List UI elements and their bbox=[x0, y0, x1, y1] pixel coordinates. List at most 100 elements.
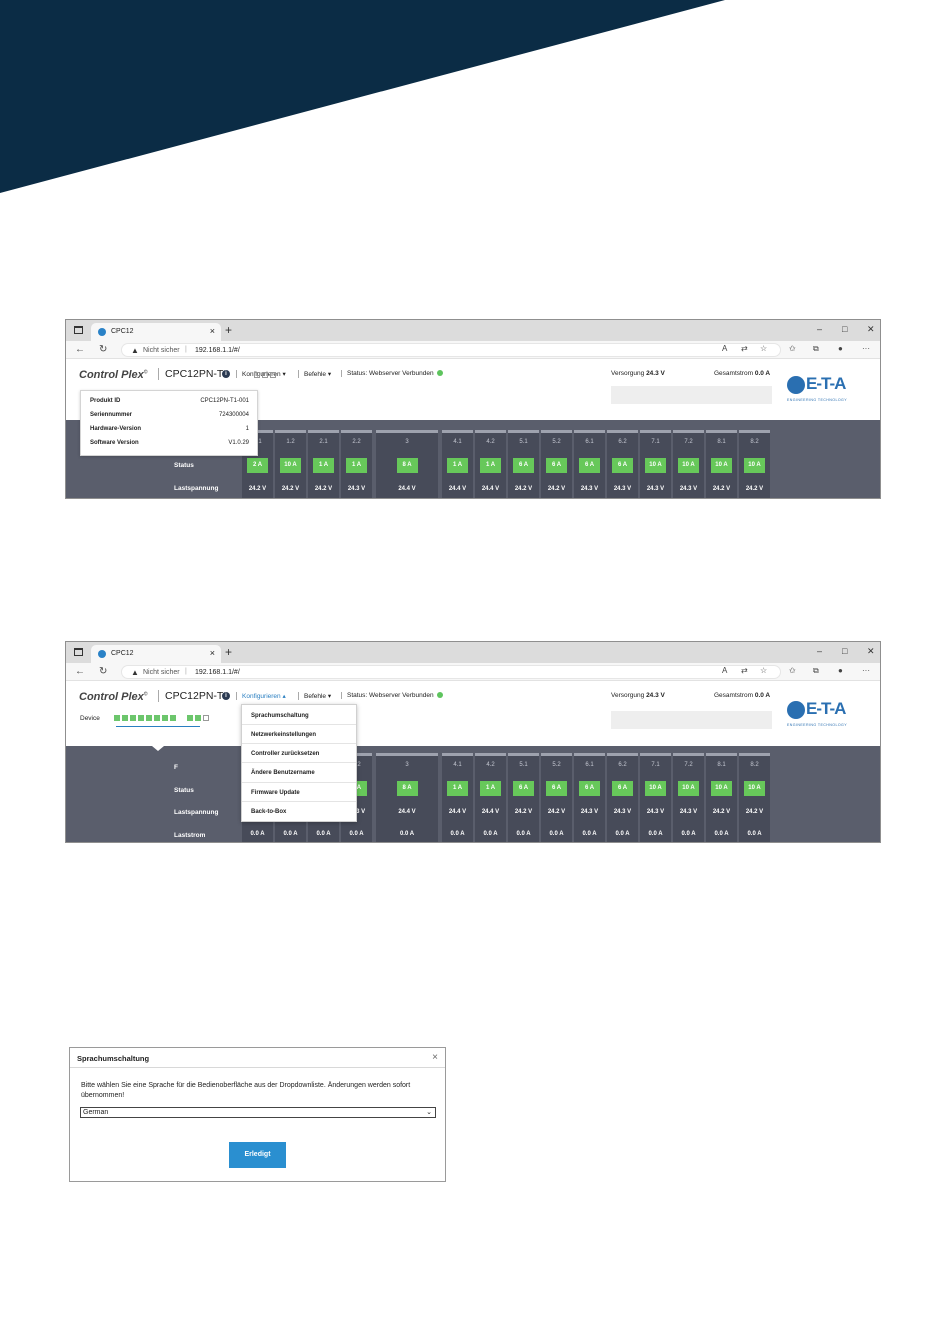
menu-item-firmware-update[interactable]: Firmware Update bbox=[251, 790, 300, 796]
info-row: Seriennummer 724300004 bbox=[90, 412, 249, 418]
channel-rating-badge[interactable]: 6 A bbox=[513, 458, 534, 473]
url-field[interactable]: ▲ Nicht sicher | 192.168.1.1/#/ bbox=[121, 343, 781, 357]
channel-rating-badge[interactable]: 8 A bbox=[396, 458, 418, 473]
channel-rating-badge[interactable]: 6 A bbox=[546, 781, 567, 796]
channel-value: 24.2 V bbox=[712, 486, 731, 492]
back-icon[interactable]: ← bbox=[75, 666, 85, 677]
channel-rating-badge[interactable]: 2 A bbox=[247, 458, 268, 473]
device-info-popover: Produkt ID CPC12PN-T1-001 Seriennummer 724… bbox=[80, 390, 258, 456]
menu-configure[interactable]: Konfigurieren ▴ bbox=[236, 692, 286, 700]
channel-column[interactable]: 5.2 bbox=[541, 753, 572, 842]
channel-rating-badge[interactable]: 6 A bbox=[579, 781, 600, 796]
menu-commands[interactable]: Befehle ▾ bbox=[298, 692, 331, 700]
channel-column[interactable]: 4.1 bbox=[442, 753, 473, 842]
channel-rating-badge[interactable]: 10 A bbox=[280, 458, 301, 473]
window-icon[interactable] bbox=[74, 648, 83, 656]
channel-id: 7.1 bbox=[651, 439, 660, 445]
channel-column[interactable]: 3 bbox=[376, 753, 438, 842]
reload-icon[interactable]: ↻ bbox=[99, 666, 107, 677]
channel-rating-badge[interactable]: 1 A bbox=[447, 458, 468, 473]
read-aloud-icon[interactable]: A bbox=[722, 344, 727, 353]
channel-rating-badge[interactable]: 6 A bbox=[612, 458, 633, 473]
channel-column[interactable]: 5.1 bbox=[508, 753, 539, 842]
channel-rating-badge[interactable]: 6 A bbox=[546, 458, 567, 473]
favorite-icon[interactable]: ☆ bbox=[760, 666, 767, 675]
channel-value: 24.4 V bbox=[398, 486, 416, 492]
menu-item-back-to-box[interactable]: Back-to-Box bbox=[251, 809, 286, 815]
profile-icon[interactable]: ● bbox=[838, 666, 843, 675]
url-text: 192.168.1.1/#/ bbox=[195, 347, 240, 354]
channel-rating-badge[interactable]: 6 A bbox=[513, 781, 534, 796]
channel-column[interactable]: 7.1 bbox=[640, 753, 671, 842]
channel-rating-badge[interactable]: 10 A bbox=[711, 458, 732, 473]
browser-tab[interactable]: CPC12 × bbox=[91, 323, 221, 341]
menu-item-language[interactable]: Sprachumschaltung bbox=[251, 713, 309, 719]
channel-rating-badge[interactable]: 10 A bbox=[645, 781, 666, 796]
channel-rating-badge[interactable]: 10 A bbox=[744, 458, 765, 473]
favorites-icon[interactable]: ✩ bbox=[789, 344, 796, 353]
close-tab-icon[interactable]: × bbox=[210, 326, 215, 336]
url-field[interactable]: ▲ Nicht sicher | 192.168.1.1/#/ bbox=[121, 665, 781, 679]
channel-rating-badge[interactable]: 6 A bbox=[612, 781, 633, 796]
read-aloud-icon[interactable]: A bbox=[722, 666, 727, 675]
minimize-icon[interactable]: – bbox=[817, 324, 822, 334]
channel-column[interactable]: 8.1 bbox=[706, 753, 737, 842]
info-icon[interactable]: i bbox=[222, 692, 230, 700]
language-select[interactable]: German ⌄ bbox=[80, 1107, 436, 1118]
channel-value: 24.4 V bbox=[448, 486, 467, 492]
info-row: Hardware-Version 1 bbox=[90, 426, 249, 432]
channel-column[interactable]: 6.2 bbox=[607, 753, 638, 842]
channel-value: 24.4 V bbox=[448, 809, 467, 815]
close-tab-icon[interactable]: × bbox=[210, 648, 215, 658]
more-icon[interactable]: ··· bbox=[862, 344, 870, 353]
channel-rating-badge[interactable]: 1 A bbox=[480, 458, 501, 473]
menu-commands[interactable]: Befehle ▾ bbox=[298, 370, 331, 378]
new-tab-icon[interactable]: + bbox=[225, 323, 232, 337]
profile-icon[interactable]: ● bbox=[838, 344, 843, 353]
close-window-icon[interactable]: ✕ bbox=[867, 324, 875, 335]
channel-rating-badge[interactable]: 6 A bbox=[579, 458, 600, 473]
channel-rating-badge[interactable]: 1 A bbox=[346, 458, 367, 473]
collections-icon[interactable]: ⧉ bbox=[813, 344, 819, 354]
channel-column[interactable]: 7.2 bbox=[673, 753, 704, 842]
channel-rating-badge[interactable]: 10 A bbox=[645, 458, 666, 473]
reload-icon[interactable]: ↻ bbox=[99, 344, 107, 355]
close-icon[interactable]: × bbox=[432, 1052, 438, 1063]
channel-value: 24.2 V bbox=[314, 486, 333, 492]
channel-id: 5.2 bbox=[552, 439, 561, 445]
menu-item-reset-controller[interactable]: Controller zurücksetzen bbox=[251, 751, 319, 757]
channel-rating-badge[interactable]: 8 A bbox=[396, 781, 418, 796]
channel-column[interactable]: 6.1 bbox=[574, 753, 605, 842]
favorites-icon[interactable]: ✩ bbox=[789, 666, 796, 675]
channel-column[interactable]: 4.2 bbox=[475, 753, 506, 842]
collections-icon[interactable]: ⧉ bbox=[813, 666, 819, 676]
tab-device[interactable]: Device bbox=[80, 715, 100, 722]
channel-column[interactable]: 8.2 bbox=[739, 753, 770, 842]
channel-rating-badge[interactable]: 1 A bbox=[480, 781, 501, 796]
done-button[interactable]: Erledigt bbox=[229, 1142, 286, 1168]
menu-item-change-username[interactable]: Ändere Benutzername bbox=[251, 770, 315, 776]
window-icon[interactable] bbox=[74, 326, 83, 334]
channel-rating-badge[interactable]: 1 A bbox=[447, 781, 468, 796]
channel-rating-badge[interactable]: 10 A bbox=[711, 781, 732, 796]
favorite-icon[interactable]: ☆ bbox=[760, 344, 767, 353]
menu-item-network[interactable]: Netzwerkeinstellungen bbox=[251, 732, 316, 738]
maximize-icon[interactable]: □ bbox=[842, 324, 847, 334]
new-tab-icon[interactable]: + bbox=[225, 645, 232, 659]
channel-rating-badge[interactable]: 10 A bbox=[678, 781, 699, 796]
more-icon[interactable]: ··· bbox=[862, 666, 870, 675]
minimize-icon[interactable]: – bbox=[817, 646, 822, 656]
info-icon[interactable]: i bbox=[222, 370, 230, 378]
translate-icon[interactable]: ⇄ bbox=[741, 666, 748, 675]
connection-status: Status: Webserver Verbunden bbox=[341, 370, 443, 377]
close-window-icon[interactable]: ✕ bbox=[867, 646, 875, 657]
browser-tab[interactable]: CPC12 × bbox=[91, 645, 221, 663]
maximize-icon[interactable]: □ bbox=[842, 646, 847, 656]
dialog-message: Bitte wählen Sie eine Sprache für die Be… bbox=[81, 1082, 411, 1099]
channel-rating-badge[interactable]: 10 A bbox=[744, 781, 765, 796]
channel-rating-badge[interactable]: 1 A bbox=[313, 458, 334, 473]
translate-icon[interactable]: ⇄ bbox=[741, 344, 748, 353]
channel-rating-badge[interactable]: 10 A bbox=[678, 458, 699, 473]
address-bar: ← ↻ ▲ Nicht sicher | 192.168.1.1/#/ A ⇄ … bbox=[66, 663, 880, 681]
back-icon[interactable]: ← bbox=[75, 344, 85, 355]
